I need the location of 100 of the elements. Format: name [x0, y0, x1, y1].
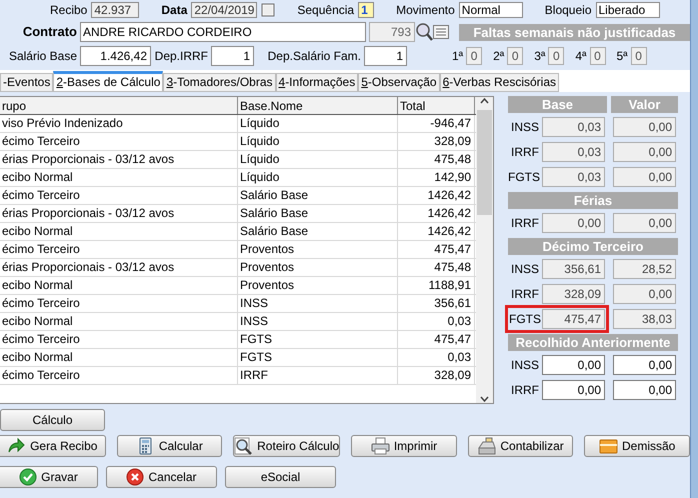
table-cell: écimo Terceiro — [0, 241, 238, 258]
field-label: Contrato — [22, 23, 78, 42]
table-cell: 1426,42 — [398, 223, 475, 240]
table-cell: 475,47 — [398, 241, 475, 258]
field-label: Bloqueio — [544, 3, 592, 17]
action-button[interactable]: Calcular — [116, 435, 222, 457]
field-label: 1ª — [452, 48, 464, 65]
input-field: 0,03 — [542, 166, 605, 186]
tab[interactable]: 3-Tomadores/Obras — [163, 73, 276, 92]
scrollbar-thumb[interactable] — [477, 110, 492, 215]
table-cell: Proventos — [238, 277, 398, 294]
table-cell: érias Proporcionais - 03/12 avos — [0, 151, 238, 168]
input-field[interactable]: 0 — [507, 47, 524, 65]
input-field: 0,00 — [542, 212, 605, 232]
footer-button[interactable]: Cancelar — [106, 466, 217, 488]
input-field[interactable]: 0 — [548, 47, 564, 65]
cash-register-icon — [477, 437, 496, 455]
scroll-down-icon — [480, 395, 489, 403]
field-label: Dep.Salário Fam. — [266, 48, 362, 65]
calculo-button[interactable]: Cálculo — [0, 409, 105, 431]
table-cell: écimo Terceiro — [0, 331, 238, 348]
table-cell: 0,03 — [398, 349, 475, 366]
field-label: Movimento — [396, 3, 455, 17]
table-cell: INSS — [238, 313, 398, 330]
table-cell: Líquido — [238, 133, 398, 150]
field-label: INSS — [510, 118, 540, 136]
table-cell: FGTS — [238, 331, 398, 348]
table-cell: écimo Terceiro — [0, 187, 238, 204]
dropdown[interactable]: Liberado — [596, 2, 660, 18]
table-cell: Salário Base — [238, 187, 398, 204]
section-header: Recolhido Anteriormente — [508, 334, 678, 351]
section-header: Férias — [508, 192, 678, 209]
table-cell: 475,48 — [398, 151, 475, 168]
section-header: Faltas semanais não justificadas — [459, 24, 690, 40]
input-field[interactable]: 1 — [364, 46, 407, 66]
table-cell: érias Proporcionais - 03/12 avos — [0, 259, 238, 276]
footer-button[interactable]: eSocial — [225, 466, 336, 488]
table-cell: érias Proporcionais - 03/12 avos — [0, 205, 238, 222]
field-label: 2ª — [493, 48, 504, 65]
input-field[interactable]: 0,00 — [542, 354, 605, 374]
action-button[interactable]: Imprimir — [351, 435, 457, 457]
table-cell: Líquido — [238, 169, 398, 186]
tab[interactable]: 6-Verbas Rescisórias — [440, 73, 560, 92]
column-header[interactable]: Base.Nome — [238, 97, 398, 114]
table-cell: ecibo Normal — [0, 223, 238, 240]
field-label: IRRF — [510, 382, 540, 398]
table-cell: écimo Terceiro — [0, 133, 238, 150]
table-cell: FGTS — [238, 349, 398, 366]
input-field[interactable]: 1 — [358, 2, 374, 18]
input-field[interactable]: 1.426,42 — [80, 46, 151, 66]
column-header[interactable]: Total — [398, 97, 475, 114]
input-field[interactable]: ANDRE RICARDO CORDEIRO — [80, 22, 366, 42]
action-button[interactable]: Gera Recibo — [0, 435, 106, 457]
input-field[interactable]: 1 — [211, 46, 254, 66]
footer-button[interactable]: Gravar — [0, 466, 98, 488]
tab[interactable]: 5-Observação — [358, 73, 440, 92]
printer-icon — [370, 437, 390, 455]
table-cell: IRRF — [238, 367, 398, 384]
scroll-up-icon — [480, 97, 489, 105]
search-icon — [415, 22, 433, 42]
table-cell: Proventos — [238, 259, 398, 276]
input-field[interactable]: 0 — [466, 47, 482, 65]
input-field: 0,00 — [613, 116, 676, 136]
column-header[interactable]: rupo — [0, 97, 238, 114]
table-cell: 475,48 — [398, 259, 475, 276]
dropdown[interactable]: Normal — [458, 2, 523, 18]
input-field[interactable]: 22/04/2019 — [191, 2, 258, 18]
input-field[interactable]: 0,00 — [613, 380, 676, 400]
table-cell: écimo Terceiro — [0, 367, 238, 384]
action-button[interactable]: Roteiro Cálculo — [233, 435, 340, 457]
input-field: 0,00 — [613, 284, 676, 304]
input-field[interactable]: 0 — [590, 47, 606, 65]
table-cell: 356,61 — [398, 295, 475, 312]
field-label: Dep.IRRF — [154, 48, 209, 65]
action-button[interactable]: Contabilizar — [468, 435, 574, 457]
field-label: IRRF — [510, 286, 540, 302]
table-cell: -946,47 — [398, 115, 475, 132]
field-label: Recibo — [50, 3, 88, 17]
table-cell: Líquido — [238, 151, 398, 168]
magnifier-icon — [234, 437, 254, 455]
folder-icon — [598, 437, 618, 455]
field-label: 3ª — [534, 48, 546, 65]
input-field[interactable]: 0 — [630, 47, 647, 65]
scrollbar[interactable] — [476, 97, 493, 403]
input-field[interactable]: 0,00 — [613, 354, 676, 374]
close-icon — [126, 468, 144, 486]
input-field: 475,47 — [542, 308, 605, 328]
field-label: IRRF — [510, 144, 540, 160]
input-field[interactable]: 0,00 — [542, 380, 605, 400]
input-field[interactable]: 42.937 — [91, 2, 140, 18]
input-field: 0,00 — [613, 142, 676, 162]
table-cell: INSS — [238, 295, 398, 312]
tab[interactable]: 2-Bases de Cálculo — [53, 71, 164, 92]
table-cell: 328,09 — [398, 133, 475, 150]
tab[interactable]: 4-Informações — [276, 73, 358, 92]
tab[interactable]: -Eventos — [0, 73, 54, 92]
field-label: IRRF — [510, 214, 540, 232]
action-button[interactable]: Demissão — [584, 435, 690, 457]
input-field: 38,03 — [613, 308, 676, 328]
column-header: Base — [508, 96, 607, 113]
